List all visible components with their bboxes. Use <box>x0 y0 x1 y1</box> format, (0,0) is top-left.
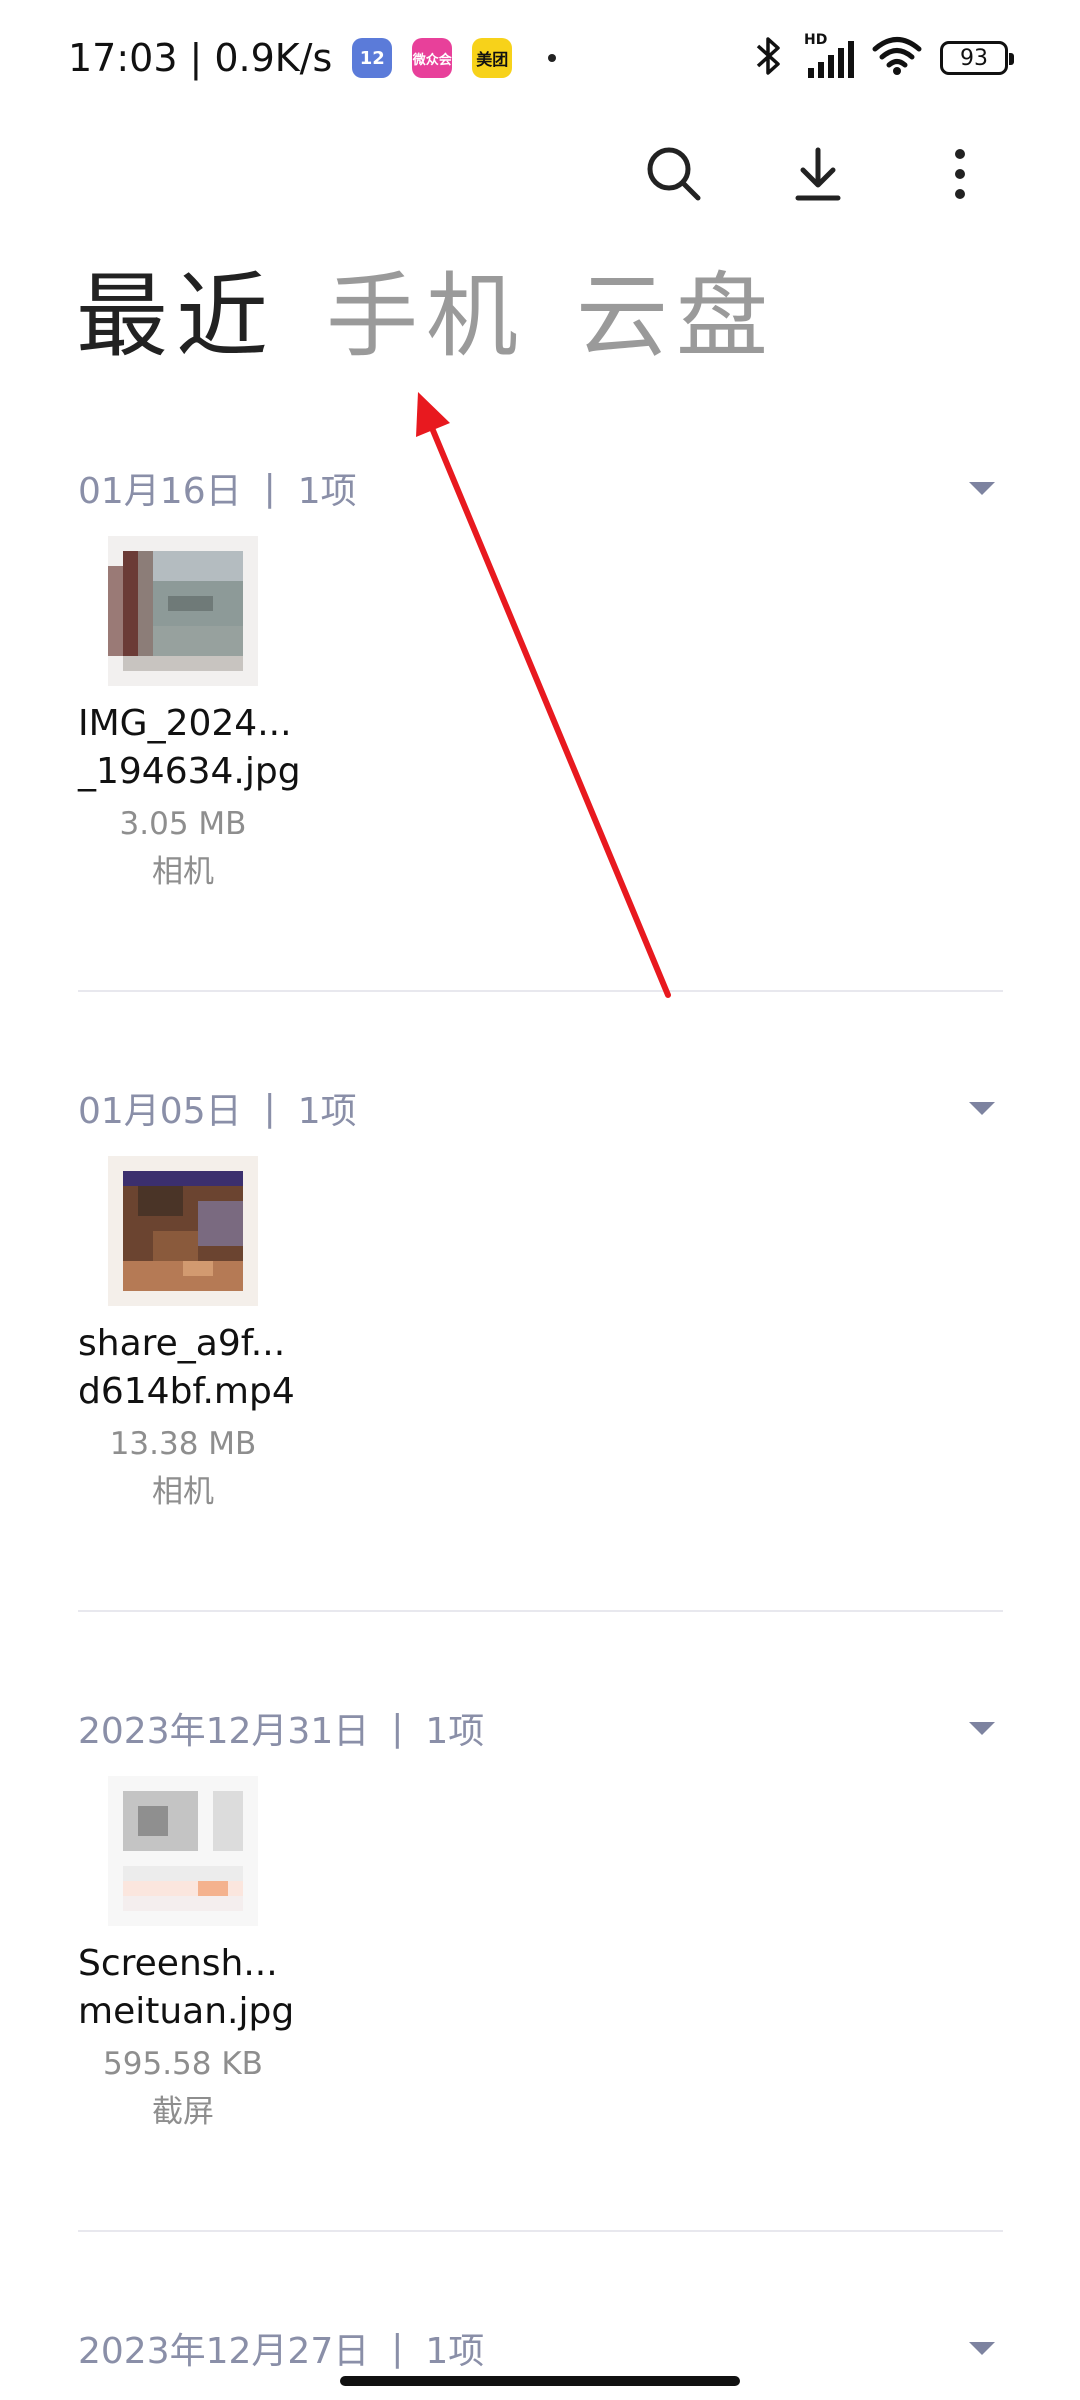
status-left: 17:03 | 0.9K/s 12 微众会 美团 <box>68 30 557 86</box>
date-section: 01月05日 | 1项 share_a9f... d614bf.mp4 13.3… <box>78 1078 1003 1612</box>
section-count: 1项 <box>425 1711 485 1752</box>
section-divider <box>78 2230 1003 2232</box>
section-header[interactable]: 2023年12月31日 | 1项 <box>78 1698 1003 1758</box>
home-indicator[interactable] <box>340 2376 740 2386</box>
section-date: 2023年12月27日 <box>78 2331 370 2372</box>
file-item[interactable]: Screensh... meituan.jpg 595.58 KB 截屏 <box>78 1776 295 2136</box>
bluetooth-icon <box>752 34 786 82</box>
tab-phone[interactable]: 手机 <box>326 262 526 372</box>
date-section: 01月16日 | 1项 IMG_2024... _194634.jpg 3.05… <box>78 458 1003 992</box>
section-separator: | <box>263 1087 276 1129</box>
app-weizhonghui-notification-icon: 微众会 <box>412 38 453 78</box>
video-thumbnail-icon <box>108 1156 258 1306</box>
toolbar <box>0 128 1080 218</box>
section-header[interactable]: 01月16日 | 1项 <box>78 458 1003 518</box>
section-count: 1项 <box>297 471 357 512</box>
file-source: 截屏 <box>152 2094 214 2130</box>
app-meituan-notification-icon: 美团 <box>472 38 513 78</box>
section-separator: | <box>263 467 276 509</box>
collapse-triangle-icon[interactable] <box>967 478 997 498</box>
battery-icon: 93 <box>940 41 1014 75</box>
screenshot-thumbnail-icon <box>108 1776 258 1926</box>
file-item[interactable]: share_a9f... d614bf.mp4 13.38 MB 相机 <box>78 1156 295 1516</box>
tab-recent[interactable]: 最近 <box>76 262 276 372</box>
file-thumbnail <box>108 1776 258 1926</box>
more-notifications-dot <box>548 54 557 62</box>
collapse-triangle-icon[interactable] <box>967 1098 997 1118</box>
cellular-signal-icon: HD <box>804 32 854 80</box>
date-section: 2023年12月31日 | 1项 Screensh... meituan.jpg… <box>78 1698 1003 2232</box>
status-net-speed: 0.9K/s <box>214 36 333 80</box>
tab-bar: 最近 手机 云盘 <box>76 262 776 372</box>
section-date: 01月05日 <box>78 1091 242 1132</box>
file-thumbnail <box>108 1156 258 1306</box>
section-separator: | <box>391 1707 404 1749</box>
section-header[interactable]: 2023年12月27日 | 1项 <box>78 2318 1003 2378</box>
collapse-triangle-icon[interactable] <box>967 1718 997 1738</box>
file-size: 595.58 KB <box>103 2046 263 2082</box>
image-thumbnail-icon <box>108 536 258 686</box>
more-vert-icon <box>955 149 965 199</box>
section-separator: | <box>391 2327 404 2369</box>
file-source: 相机 <box>152 854 214 890</box>
section-header[interactable]: 01月05日 | 1项 <box>78 1078 1003 1138</box>
section-count: 1项 <box>425 2331 485 2372</box>
download-button[interactable] <box>780 136 856 212</box>
file-name: Screensh... meituan.jpg <box>78 1943 295 2032</box>
file-item[interactable]: IMG_2024... _194634.jpg 3.05 MB 相机 <box>78 536 301 896</box>
section-date: 01月16日 <box>78 471 242 512</box>
search-icon <box>647 147 701 201</box>
collapse-triangle-icon[interactable] <box>967 2338 997 2358</box>
more-options-button[interactable] <box>922 136 998 212</box>
file-name: share_a9f... d614bf.mp4 <box>78 1323 295 1412</box>
section-count: 1项 <box>297 1091 357 1132</box>
download-icon <box>795 147 841 201</box>
search-button[interactable] <box>636 136 712 212</box>
section-date: 2023年12月31日 <box>78 1711 370 1752</box>
status-bar: 17:03 | 0.9K/s 12 微众会 美团 HD 93 <box>0 0 1080 118</box>
status-divider: | <box>189 36 203 80</box>
tab-cloud[interactable]: 云盘 <box>576 262 776 372</box>
file-size: 3.05 MB <box>119 806 247 842</box>
battery-level: 93 <box>960 45 988 71</box>
file-size: 13.38 MB <box>109 1426 257 1462</box>
annotation-arrow-head <box>416 392 450 437</box>
section-divider <box>78 1610 1003 1612</box>
file-thumbnail <box>108 536 258 686</box>
file-name: IMG_2024... _194634.jpg <box>78 703 301 792</box>
status-right: HD 93 <box>752 30 1014 86</box>
status-time: 17:03 <box>68 36 178 80</box>
file-source: 相机 <box>152 1474 214 1510</box>
wifi-icon <box>872 36 922 80</box>
section-divider <box>78 990 1003 992</box>
app-12-notification-icon: 12 <box>352 38 393 78</box>
